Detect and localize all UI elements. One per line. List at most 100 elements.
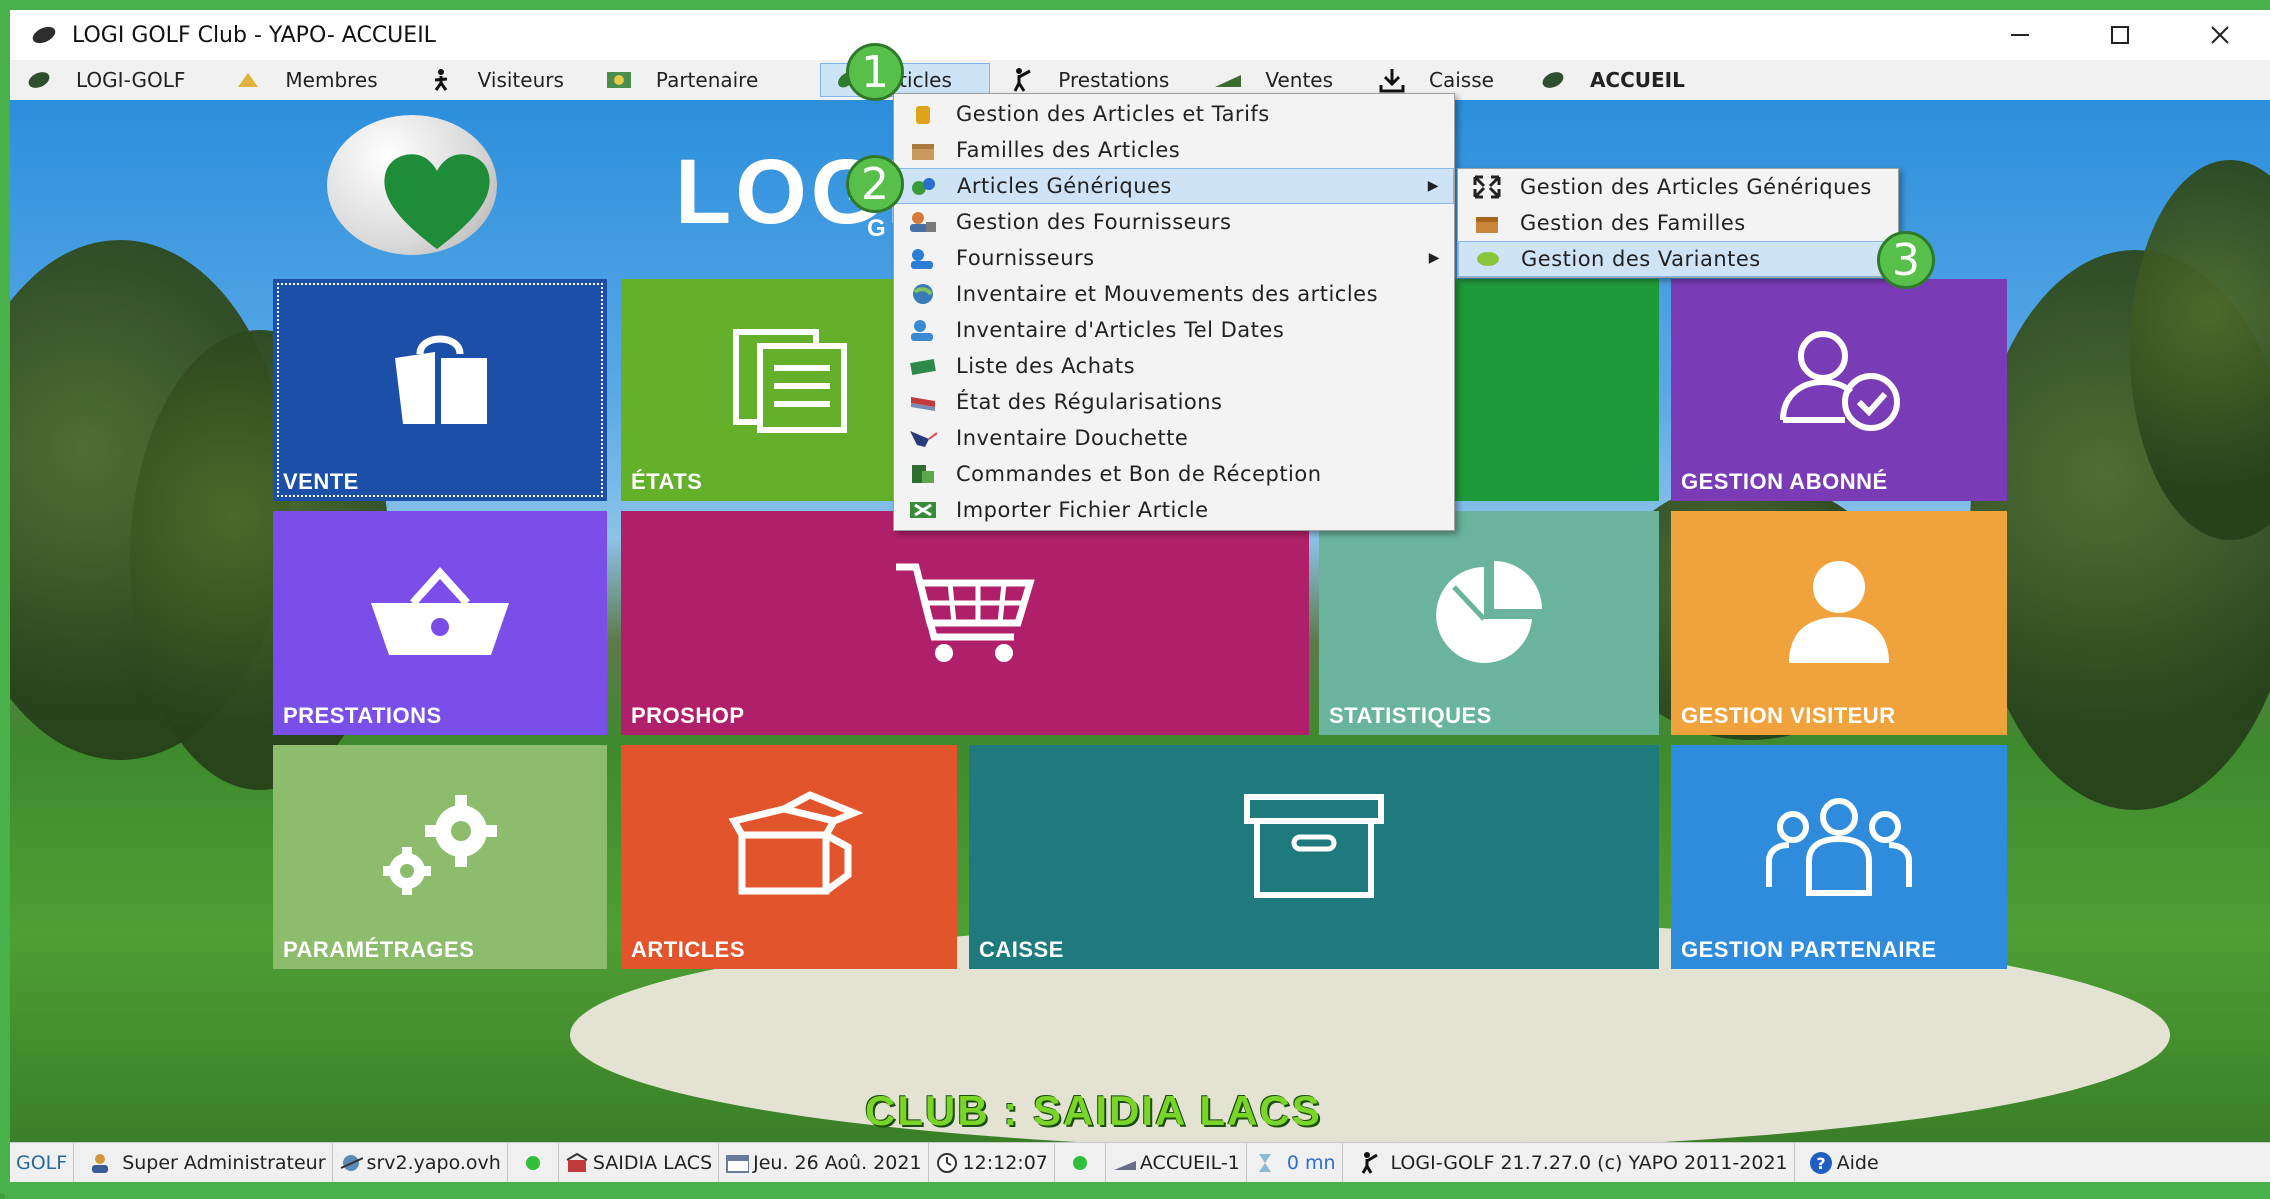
menu-partenaire[interactable]: Partenaire	[594, 63, 768, 97]
tile-articles[interactable]: ARTICLES	[621, 745, 957, 969]
club-name: CLUB : SAIDIA LACS	[865, 1087, 1322, 1134]
menu-item-gestion-familles[interactable]: Gestion des Familles	[1458, 205, 1898, 241]
tile-gestion-partenaire[interactable]: GESTION PARTENAIRE	[1671, 745, 2007, 969]
tile-vente[interactable]: VENTE	[273, 279, 607, 501]
menu-membres-label: Membres	[285, 68, 378, 92]
submenu-arrow-icon: ▶	[1428, 250, 1440, 266]
status-online	[1055, 1143, 1106, 1183]
expand-arrows-icon	[1470, 174, 1504, 200]
step-badge-1: 1	[846, 43, 904, 101]
status-site: SAIDIA LACS	[559, 1143, 720, 1183]
menu-item-liste-achats[interactable]: Liste des Achats	[894, 348, 1454, 384]
status-date: Jeu. 26 Aoû. 2021	[719, 1143, 929, 1183]
box-icon	[728, 791, 864, 895]
menu-logi-golf[interactable]: LOGI-GOLF	[14, 63, 195, 97]
menu-item-familles-articles[interactable]: Familles des Articles	[894, 132, 1454, 168]
walker-icon	[426, 67, 456, 93]
app-window: LOGI GOLF Club - YAPO- ACCUEIL LOGI-GOLF…	[0, 0, 2270, 1199]
title-bar: LOGI GOLF Club - YAPO- ACCUEIL	[10, 10, 2270, 60]
golfer-icon	[1006, 67, 1036, 93]
help-label: Aide	[1836, 1152, 1879, 1174]
menu-item-label: Commandes et Bon de Réception	[956, 462, 1322, 486]
menu-ventes[interactable]: Ventes	[1203, 63, 1343, 97]
status-time-label: 12:12:07	[962, 1152, 1048, 1174]
status-server: srv2.yapo.ovh	[333, 1143, 508, 1183]
menu-item-label: Articles Génériques	[957, 174, 1172, 198]
minimize-button[interactable]	[1970, 10, 2070, 60]
maximize-button[interactable]	[2070, 10, 2170, 60]
menu-item-label: Importer Fichier Article	[956, 498, 1209, 522]
menu-item-gestion-articles-tarifs[interactable]: Gestion des Articles et Tarifs	[894, 96, 1454, 132]
menu-item-commandes-bon-reception[interactable]: Commandes et Bon de Réception	[894, 456, 1454, 492]
maximize-icon	[2111, 26, 2129, 44]
status-bar: GOLF Super Administrateur srv2.yapo.ovh …	[10, 1142, 2270, 1183]
barcode-scanner-icon	[906, 425, 940, 451]
tile-green-block[interactable]	[1453, 279, 1659, 501]
step-badge-2: 2	[846, 155, 904, 213]
menu-item-label: Fournisseurs	[956, 246, 1095, 270]
variants-icon	[1471, 246, 1505, 272]
menu-visiteurs[interactable]: Visiteurs	[416, 63, 574, 97]
hourglass-icon	[1253, 1152, 1277, 1174]
menu-membres[interactable]: Membres	[223, 63, 387, 97]
menu-prestations[interactable]: Prestations	[996, 63, 1179, 97]
pie-chart-icon	[1436, 561, 1542, 663]
status-user-label: Super Administrateur	[122, 1152, 326, 1174]
menu-caisse-label: Caisse	[1429, 68, 1494, 92]
tile-articles-label: ARTICLES	[631, 937, 745, 962]
menu-accueil[interactable]: ACCUEIL	[1528, 63, 1695, 97]
tile-vente-label: VENTE	[283, 469, 359, 494]
articles-dropdown-menu: Gestion des Articles et Tarifs Familles …	[893, 93, 1455, 531]
status-site-label: SAIDIA LACS	[592, 1152, 713, 1174]
menu-item-label: Inventaire Douchette	[956, 426, 1189, 450]
step-badge-3: 3	[1877, 231, 1935, 289]
tile-caisse-label: CAISSE	[979, 937, 1064, 962]
status-idle: 0 mn	[1247, 1143, 1343, 1183]
tile-parametrages-label: PARAMÉTRAGES	[283, 937, 475, 962]
clock-icon	[935, 1152, 959, 1174]
tile-parametrages[interactable]: PARAMÉTRAGES	[273, 745, 607, 969]
menu-item-gestion-articles-generiques[interactable]: Gestion des Articles Génériques	[1458, 169, 1898, 205]
menu-item-label: Gestion des Articles Génériques	[1520, 175, 1872, 199]
suppliers-icon	[906, 245, 940, 271]
status-server-label: srv2.yapo.ovh	[366, 1152, 501, 1174]
archive-box-icon	[1244, 794, 1384, 898]
menu-item-label: Inventaire d'Articles Tel Dates	[956, 318, 1285, 342]
tile-gestion-abonne[interactable]: GESTION ABONNÉ	[1671, 279, 2007, 501]
logo-subtitle: G	[867, 215, 886, 242]
menu-item-label: État des Régularisations	[956, 390, 1223, 414]
user-calendar-icon	[906, 317, 940, 343]
svg-text:?: ?	[1816, 1154, 1825, 1173]
menu-caisse[interactable]: Caisse	[1367, 63, 1504, 97]
download-icon	[1377, 67, 1407, 93]
menu-accueil-label: ACCUEIL	[1589, 68, 1685, 92]
supplier-icon	[906, 209, 940, 235]
status-user: Super Administrateur	[74, 1143, 333, 1183]
menu-item-inventaire-mouvements[interactable]: Inventaire et Mouvements des articles	[894, 276, 1454, 312]
tile-proshop[interactable]: PROSHOP	[621, 511, 1309, 735]
status-app: GOLF	[10, 1143, 75, 1183]
menu-visiteurs-label: Visiteurs	[477, 68, 564, 92]
app-leaf-icon	[32, 26, 56, 44]
menu-item-gestion-fournisseurs[interactable]: Gestion des Fournisseurs	[894, 204, 1454, 240]
shopping-bag-icon	[395, 335, 487, 424]
tile-statistiques[interactable]: STATISTIQUES	[1319, 511, 1659, 735]
menu-item-articles-generiques[interactable]: Articles Génériques ▶	[894, 168, 1454, 204]
tile-gestion-visiteur[interactable]: GESTION VISITEUR	[1671, 511, 2007, 735]
menu-item-etat-regularisations[interactable]: État des Régularisations	[894, 384, 1454, 420]
menu-item-inventaire-tel-dates[interactable]: Inventaire d'Articles Tel Dates	[894, 312, 1454, 348]
menu-item-inventaire-douchette[interactable]: Inventaire Douchette	[894, 420, 1454, 456]
close-button[interactable]	[2170, 10, 2270, 60]
documents-icon	[733, 329, 847, 433]
tile-prestations[interactable]: PRESTATIONS	[273, 511, 607, 735]
status-idle-label: 0 mn	[1286, 1152, 1336, 1174]
help-button[interactable]: ? Aide	[1795, 1143, 1885, 1183]
partner-icon	[604, 67, 634, 93]
menu-item-label: Inventaire et Mouvements des articles	[956, 282, 1379, 306]
coins-icon	[906, 101, 940, 127]
tile-caisse[interactable]: CAISSE	[969, 745, 1659, 969]
menu-item-importer-fichier-article[interactable]: Importer Fichier Article	[894, 492, 1454, 528]
status-connection	[508, 1143, 559, 1183]
menu-item-fournisseurs[interactable]: Fournisseurs ▶	[894, 240, 1454, 276]
menu-item-gestion-variantes[interactable]: Gestion des Variantes	[1458, 241, 1898, 277]
